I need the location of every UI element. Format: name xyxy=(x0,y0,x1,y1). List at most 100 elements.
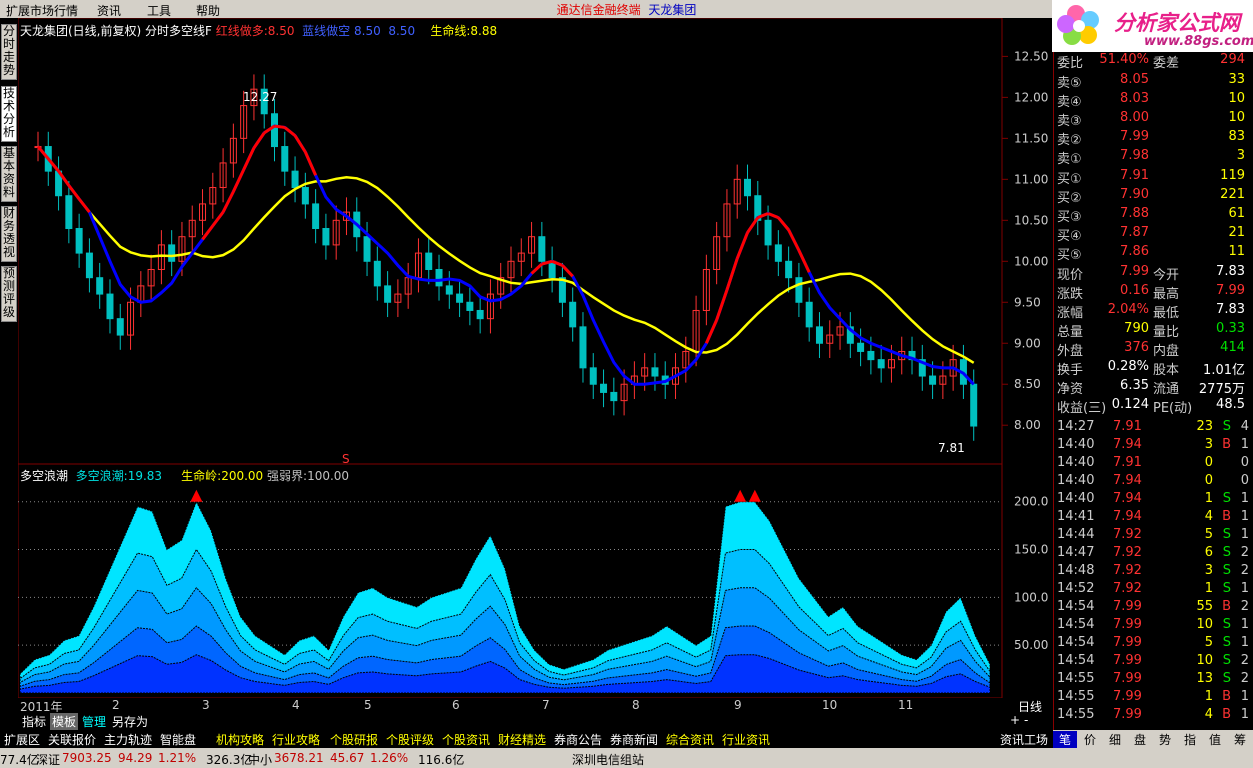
candle-body xyxy=(651,367,659,377)
candle-body xyxy=(301,187,309,205)
zoom-in-button[interactable]: + xyxy=(1008,713,1022,727)
panel-tab-detail[interactable]: 细 xyxy=(1103,731,1127,748)
tick-time: 14:55 xyxy=(1057,707,1095,722)
candle-body xyxy=(815,326,823,344)
sidetab-technical[interactable]: 技术分析 xyxy=(1,86,17,142)
panel-tab-trade[interactable]: 笔 xyxy=(1053,731,1077,748)
panel-tab-book[interactable]: 盘 xyxy=(1128,731,1152,748)
tab-save-as[interactable]: 另存为 xyxy=(110,713,150,730)
bull-segment xyxy=(530,262,543,275)
bottom-tab-research[interactable]: 个股研报 xyxy=(330,731,378,748)
sell-label: 卖⑤ xyxy=(1057,76,1082,91)
stat-row: 涨幅 2.04% 最低 7.83 xyxy=(1057,302,1249,321)
tick-price: 7.92 xyxy=(1113,581,1142,596)
panel-tab-trend[interactable]: 势 xyxy=(1153,731,1177,748)
candle-body xyxy=(929,375,937,385)
candle-body xyxy=(373,260,381,287)
tick-side: B xyxy=(1222,509,1231,524)
bottom-tab-institution[interactable]: 机构攻略 xyxy=(216,731,264,748)
stat-value: 414 xyxy=(1220,340,1245,355)
bottom-tab-broker-news[interactable]: 券商新闻 xyxy=(610,731,658,748)
zoom-out-button[interactable]: - xyxy=(1022,713,1030,727)
sidetab-forecast[interactable]: 预测评级 xyxy=(1,266,17,322)
bottom-tab-rating[interactable]: 个股评级 xyxy=(386,731,434,748)
buy-label: 买① xyxy=(1057,172,1082,187)
kline-chart[interactable]: 12.50 12.00 11.50 11.00 10.50 10.00 9.50 9.00 8.… xyxy=(18,18,1052,698)
tick-row: 14:55 7.99 1 B 1 xyxy=(1057,689,1249,707)
bottom-tab-main-force[interactable]: 主力轨迹 xyxy=(104,731,152,748)
stat-label: 净资 xyxy=(1057,382,1084,397)
tick-volume: 6 xyxy=(1204,545,1213,560)
flower-logo-icon xyxy=(1057,5,1099,45)
buy-volume: 11 xyxy=(1228,244,1245,259)
sidetab-finance[interactable]: 财务透视 xyxy=(1,206,17,262)
panel-tab-value[interactable]: 值 xyxy=(1203,731,1227,748)
bottom-tab-finance[interactable]: 财经精选 xyxy=(498,731,546,748)
tick-price: 7.91 xyxy=(1113,455,1142,470)
sidetab-intraday[interactable]: 分时走势 xyxy=(1,24,17,80)
tick-side: B xyxy=(1222,689,1231,704)
sell-label: 卖① xyxy=(1057,152,1082,167)
tick-volume: 3 xyxy=(1204,563,1213,578)
panel-tab-index[interactable]: 指 xyxy=(1178,731,1202,748)
bull-segment xyxy=(77,198,91,214)
stat-value: 2775万 xyxy=(1198,382,1245,397)
tick-volume: 3 xyxy=(1204,437,1213,452)
tab-template[interactable]: 模板 xyxy=(50,713,79,730)
stat-label: 总量 xyxy=(1057,325,1084,340)
tick-time: 14:52 xyxy=(1057,581,1095,596)
chart-area[interactable]: 12.50 12.00 11.50 11.00 10.50 10.00 9.50 9.00 8.… xyxy=(18,18,1052,698)
sell-volume: 33 xyxy=(1228,72,1245,87)
sidetab-basic[interactable]: 基本资料 xyxy=(1,146,17,202)
stat-value: 7.83 xyxy=(1216,302,1245,317)
tick-volume: 55 xyxy=(1196,599,1213,614)
bottom-tab-general[interactable]: 综合资讯 xyxy=(666,731,714,748)
stat-value: 0.124 xyxy=(1111,397,1149,412)
sell-row: 卖④ 8.03 10 xyxy=(1057,91,1249,110)
candle-body xyxy=(435,268,443,287)
bottom-tab-industry-info[interactable]: 行业资讯 xyxy=(722,731,770,748)
tick-side: S xyxy=(1222,653,1231,668)
tab-manage[interactable]: 管理 xyxy=(80,713,108,730)
tick-count: 2 xyxy=(1240,653,1249,668)
bottom-tab-industry[interactable]: 行业攻略 xyxy=(272,731,320,748)
stat-row: 收益(三) 0.124 PE(动) 48.5 xyxy=(1057,397,1249,416)
bottom-tab-expand[interactable]: 扩展区 xyxy=(4,731,40,748)
candle-body xyxy=(764,219,772,246)
tick-time: 14:54 xyxy=(1057,653,1095,668)
bottom-tab-stock-news[interactable]: 个股资讯 xyxy=(442,731,490,748)
candle-body xyxy=(456,293,464,303)
panel-tab-price[interactable]: 价 xyxy=(1078,731,1102,748)
tick-row: 14:55 7.99 4 B 1 xyxy=(1057,707,1249,725)
candle-body xyxy=(168,244,176,262)
sell-row: 卖① 7.98 3 xyxy=(1057,148,1249,167)
buy-price: 7.87 xyxy=(1120,225,1149,240)
tick-row: 14:54 7.99 55 B 2 xyxy=(1057,599,1249,617)
bottom-tab-related[interactable]: 关联报价 xyxy=(48,731,96,748)
tick-side: S xyxy=(1222,419,1231,434)
tick-time: 14:44 xyxy=(1057,527,1095,542)
sell-row: 卖⑤ 8.05 33 xyxy=(1057,72,1249,91)
stat-value: 0.28% xyxy=(1107,359,1149,374)
sell-price: 8.00 xyxy=(1120,110,1149,125)
bottom-tab-workshop[interactable]: 资讯工场 xyxy=(1000,731,1048,748)
tick-count: 1 xyxy=(1240,689,1249,704)
buy-label: 买⑤ xyxy=(1057,248,1082,263)
sell-volume: 3 xyxy=(1236,148,1245,163)
bull-segment xyxy=(274,124,285,129)
sub-legend: 多空浪潮 多空浪潮:19.83 生命岭:200.00 强弱界:100.00 xyxy=(20,469,350,483)
tab-indicator[interactable]: 指标 xyxy=(20,713,48,730)
candle-body xyxy=(291,170,299,189)
sell-volume: 83 xyxy=(1228,129,1245,144)
tick-row: 14:48 7.92 3 S 2 xyxy=(1057,563,1249,581)
stat-value: 1.01亿 xyxy=(1203,363,1245,378)
bottom-tab-smart[interactable]: 智能盘 xyxy=(160,731,196,748)
stat-row: 总量 790 量比 0.33 xyxy=(1057,321,1249,340)
candle-body xyxy=(600,383,608,393)
tick-side: S xyxy=(1222,635,1231,650)
bottom-tab-broker-notice[interactable]: 券商公告 xyxy=(554,731,602,748)
candle-body xyxy=(466,301,474,311)
candle-body xyxy=(96,277,104,295)
price-tick-label: 12.00 xyxy=(1014,90,1048,104)
panel-tab-chips[interactable]: 筹 xyxy=(1228,731,1252,748)
